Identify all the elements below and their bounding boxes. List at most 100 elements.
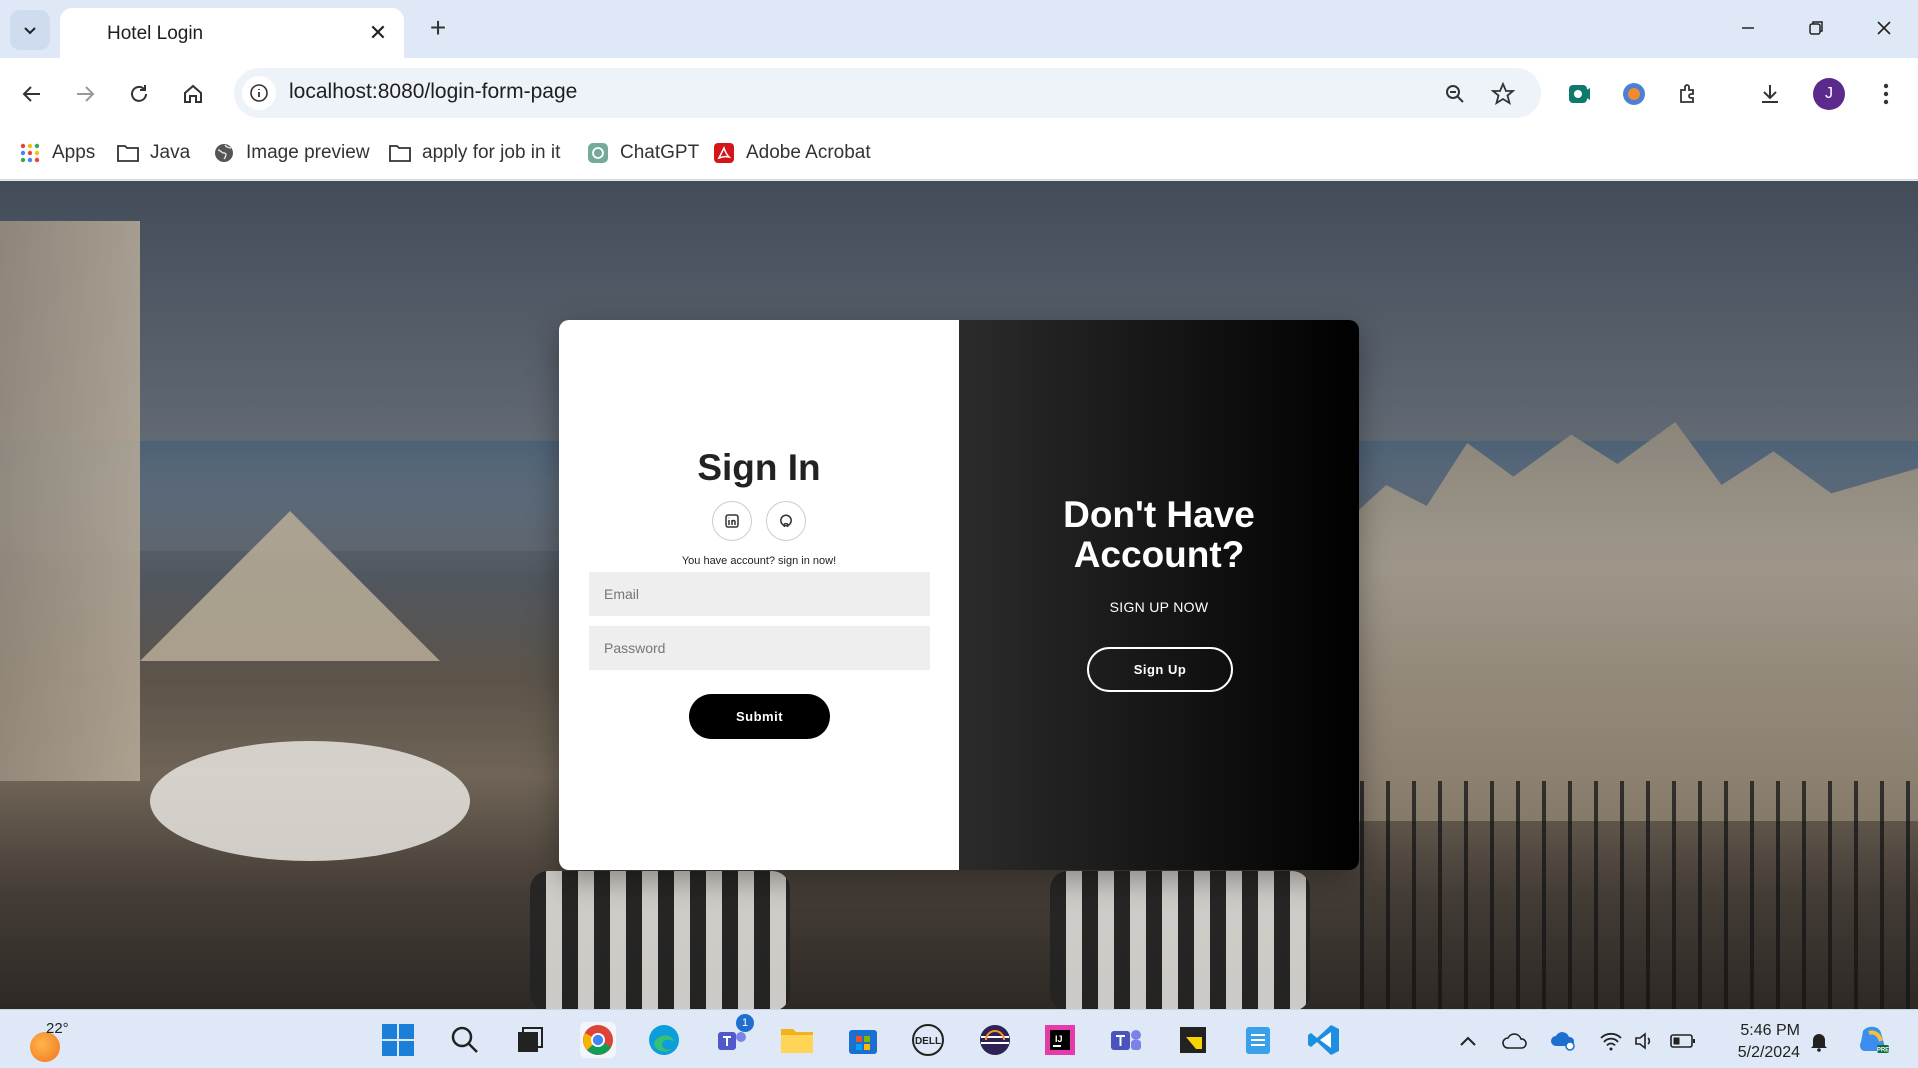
- intellij-icon: IJ: [1045, 1025, 1075, 1055]
- downloads-icon[interactable]: [1752, 76, 1788, 112]
- notification-bell-icon[interactable]: [1806, 1028, 1832, 1054]
- globe-icon: [212, 141, 236, 165]
- sign-in-title: Sign In: [697, 447, 821, 488]
- weather-widget[interactable]: 22°: [30, 1020, 70, 1062]
- edge-icon: [649, 1025, 679, 1055]
- login-card: Sign In You have account? sign in now! S…: [559, 320, 1359, 870]
- new-tab-button[interactable]: +: [422, 12, 454, 44]
- minimize-icon: [1742, 27, 1754, 29]
- bookmark-image-preview[interactable]: Image preview: [212, 138, 370, 168]
- zoom-icon[interactable]: [1439, 78, 1471, 110]
- apps-grid-icon: [18, 141, 42, 165]
- bookmark-apply-for-job[interactable]: apply for job in it: [388, 138, 560, 168]
- email-field[interactable]: [589, 572, 930, 616]
- taskbar-edge[interactable]: [646, 1022, 682, 1058]
- onedrive-sync-icon[interactable]: [1550, 1028, 1576, 1054]
- clock-time: 5:46 PM: [1740, 1022, 1800, 1039]
- taskbar-teams[interactable]: [1108, 1022, 1144, 1058]
- bookmark-label: Apps: [52, 142, 96, 163]
- taskbar-file-explorer[interactable]: [779, 1022, 815, 1058]
- kebab-menu-icon[interactable]: [1868, 76, 1904, 112]
- home-button[interactable]: [175, 76, 211, 112]
- sign-in-hint: You have account? sign in now!: [681, 555, 837, 567]
- close-window-button[interactable]: [1864, 12, 1904, 44]
- bookmark-adobe-acrobat[interactable]: Adobe Acrobat: [712, 138, 871, 168]
- bookmark-java[interactable]: Java: [116, 138, 190, 168]
- wifi-icon[interactable]: [1598, 1028, 1624, 1054]
- bookmark-chatgpt[interactable]: ChatGPT: [586, 138, 699, 168]
- taskbar-vscode[interactable]: [1306, 1022, 1342, 1058]
- bookmark-apps[interactable]: Apps: [18, 138, 95, 168]
- teams-icon: [1111, 1030, 1141, 1050]
- svg-text:DELL: DELL: [915, 1036, 941, 1047]
- minimize-button[interactable]: [1728, 12, 1768, 44]
- linkedin-icon: [725, 514, 739, 528]
- tab-search-button[interactable]: [10, 10, 50, 50]
- acrobat-icon: [712, 141, 736, 165]
- task-view-button[interactable]: [512, 1022, 548, 1058]
- search-icon: [451, 1026, 478, 1053]
- taskbar-dell[interactable]: DELL: [910, 1022, 946, 1058]
- folder-icon: [388, 141, 412, 165]
- chrome-icon: [583, 1025, 613, 1055]
- sticky-notes-icon: [1180, 1027, 1206, 1053]
- url-text[interactable]: localhost:8080/login-form-page: [289, 80, 577, 104]
- eclipse-icon: [980, 1025, 1010, 1055]
- start-button[interactable]: [380, 1022, 416, 1058]
- taskbar-eclipse[interactable]: [977, 1022, 1013, 1058]
- taskbar-search-button[interactable]: [447, 1022, 483, 1058]
- sign-up-button[interactable]: Sign Up: [1087, 647, 1233, 692]
- submit-button[interactable]: Submit: [689, 694, 830, 739]
- bookmark-star-icon[interactable]: [1487, 78, 1519, 110]
- volume-icon[interactable]: [1632, 1028, 1658, 1054]
- profile-avatar[interactable]: J: [1813, 78, 1845, 110]
- chevron-up-icon[interactable]: [1455, 1028, 1481, 1054]
- background-sofa: [530, 871, 790, 1009]
- restore-button[interactable]: [1796, 12, 1836, 44]
- clock-date: 5/2/2024: [1737, 1044, 1800, 1061]
- orange-extension-icon[interactable]: [1616, 76, 1652, 112]
- bookmark-label: ChatGPT: [620, 142, 700, 163]
- address-bar[interactable]: localhost:8080/login-form-page: [234, 68, 1541, 118]
- taskbar-teams-notify[interactable]: 1: [714, 1014, 754, 1058]
- taskbar-intellij[interactable]: IJ: [1042, 1022, 1078, 1058]
- sign-in-panel: Sign In You have account? sign in now! S…: [559, 320, 959, 870]
- windows-logo-icon: [382, 1024, 414, 1056]
- back-button[interactable]: [14, 76, 50, 112]
- chevron-down-icon: [24, 27, 36, 35]
- background-railing: [1360, 781, 1918, 1009]
- arrow-right-icon: [77, 86, 95, 102]
- bookmark-label: Adobe Acrobat: [746, 142, 871, 163]
- background-dining-table: [150, 741, 470, 861]
- sign-up-subtitle: SIGN UP NOW: [1109, 599, 1209, 615]
- dell-icon: DELL: [912, 1024, 944, 1056]
- copilot-icon[interactable]: PRE: [1856, 1022, 1892, 1058]
- notification-badge: 1: [736, 1014, 754, 1032]
- hotel-login-page: Sign In You have account? sign in now! S…: [0, 181, 1918, 1009]
- github-button[interactable]: [766, 501, 806, 541]
- taskbar-notepad[interactable]: [1240, 1022, 1276, 1058]
- onedrive-cloud-icon[interactable]: [1502, 1028, 1528, 1054]
- battery-icon[interactable]: [1670, 1028, 1696, 1054]
- taskbar-sticky-notes[interactable]: [1175, 1022, 1211, 1058]
- active-tab[interactable]: Hotel Login ✕: [60, 8, 404, 58]
- linkedin-button[interactable]: [712, 501, 752, 541]
- home-icon: [184, 84, 202, 103]
- reload-icon: [131, 85, 147, 102]
- bookmark-label: Java: [150, 142, 191, 163]
- reload-button[interactable]: [121, 76, 157, 112]
- screen-recorder-extension-icon[interactable]: [1561, 76, 1597, 112]
- extensions-puzzle-icon[interactable]: [1671, 76, 1707, 112]
- taskbar-chrome[interactable]: [580, 1022, 616, 1058]
- tab-close-icon[interactable]: ✕: [366, 20, 390, 45]
- restore-icon: [1809, 21, 1823, 35]
- bookmarks-bar: Apps Java Image preview apply for job in…: [0, 128, 1918, 180]
- taskbar-microsoft-store[interactable]: [845, 1022, 881, 1058]
- password-field[interactable]: [589, 626, 930, 670]
- system-clock[interactable]: 5:46 PM 5/2/2024: [1710, 1020, 1800, 1064]
- forward-button[interactable]: [67, 76, 103, 112]
- task-view-icon: [518, 1027, 543, 1052]
- site-info-icon[interactable]: [242, 76, 276, 110]
- store-icon: [849, 1030, 877, 1054]
- windows-taskbar: 22° 1 DELL IJ 5:46 PM 5/2/2024 PRE: [0, 1009, 1918, 1068]
